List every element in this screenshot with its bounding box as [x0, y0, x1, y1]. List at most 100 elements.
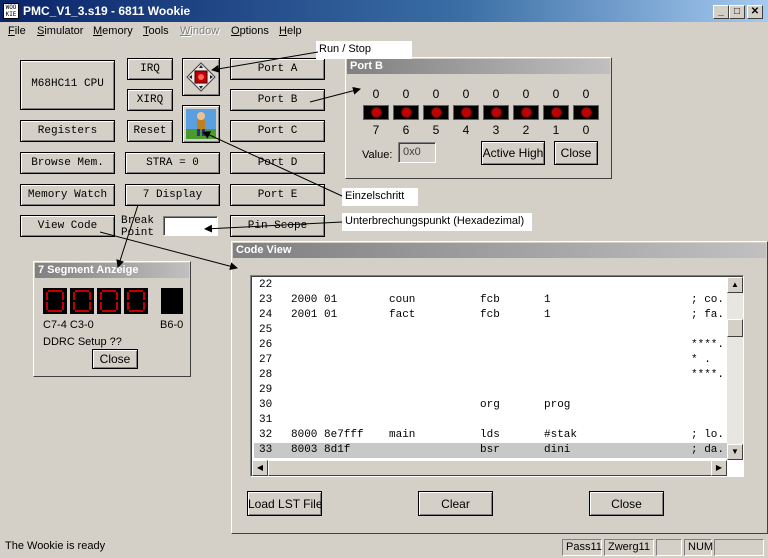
wookie-app-icon[interactable]: WOO KIE [3, 3, 19, 19]
port-b-led-7[interactable] [363, 105, 389, 120]
run-stop-icon [186, 62, 216, 92]
menu-simulator[interactable]: Simulator [37, 25, 83, 37]
code-op: 01 [324, 309, 338, 321]
menu-options[interactable]: Options [231, 25, 269, 37]
stra-button[interactable]: STRA = 0 [125, 152, 220, 174]
code-line[interactable]: 28 ****. [254, 368, 729, 383]
memory-watch-button[interactable]: Memory Watch [20, 184, 115, 206]
scroll-up-icon[interactable]: ▲ [727, 277, 743, 293]
title-bar[interactable]: WOO KIE PMC_V1_3.s19 - 6811 Wookie _ □ ✕ [0, 0, 768, 22]
status-empty [714, 539, 764, 556]
port-b-led-1[interactable] [543, 105, 569, 120]
clear-code-button[interactable]: Clear [418, 491, 493, 516]
seven-segment-close-button[interactable]: Close [92, 349, 138, 369]
code-n: 23 [259, 294, 273, 306]
code-line[interactable]: 27 * . [254, 353, 729, 368]
seven-segment-display-button[interactable]: 7 Display [125, 184, 220, 206]
port-b-title[interactable]: Port B [347, 59, 610, 74]
code-line[interactable]: 31 [254, 413, 729, 428]
code-mnem: bsr [480, 444, 500, 456]
breakpoint-input[interactable] [163, 216, 218, 236]
reset-button[interactable]: Reset [127, 120, 173, 142]
code-n: 30 [259, 399, 273, 411]
code-line[interactable]: 22 [254, 278, 729, 293]
status-blank [656, 539, 682, 556]
single-step-button[interactable] [182, 105, 220, 143]
port-b-led-5[interactable] [423, 105, 449, 120]
port-b-led-2[interactable] [513, 105, 539, 120]
code-n: 28 [259, 369, 273, 381]
code-line[interactable]: 25 [254, 323, 729, 338]
code-line[interactable]: 30 org prog [254, 398, 729, 413]
code-line[interactable]: 33 8003 8d1f bsr dini ; da. [254, 443, 729, 458]
code-comment: ; lo. [691, 429, 725, 441]
port-c-button[interactable]: Port C [230, 120, 325, 142]
status-bar: The Wookie is ready Pass11 Zwerg11 NUM [0, 537, 768, 558]
seven-segment-title[interactable]: 7 Segment Anzeige [35, 263, 189, 278]
code-mnem: fcb [480, 309, 500, 321]
port-b-led-0[interactable] [573, 105, 599, 120]
scroll-right-icon[interactable]: ▶ [711, 460, 727, 476]
menu-bar: File Simulator Memory Tools Window Optio… [0, 22, 768, 41]
single-step-callout: Einzelschritt [342, 188, 418, 206]
port-b-close-button[interactable]: Close [554, 141, 598, 165]
registers-button[interactable]: Registers [20, 120, 115, 142]
menu-file[interactable]: File [8, 25, 26, 37]
port-b-led-4[interactable] [453, 105, 479, 120]
active-high-button[interactable]: Active High [481, 141, 545, 165]
code-vertical-scrollbar[interactable]: ▲ ▼ [727, 277, 743, 460]
code-line[interactable]: 32 8000 8e7fff main lds #stak ; lo. [254, 428, 729, 443]
code-mnem: org [480, 399, 500, 411]
code-n: 32 [259, 429, 273, 441]
menu-tools[interactable]: Tools [143, 25, 169, 37]
irq-button[interactable]: IRQ [127, 58, 173, 80]
menu-memory[interactable]: Memory [93, 25, 133, 37]
code-n: 25 [259, 324, 273, 336]
code-line[interactable]: 24 2001 01 fact fcb 1 ; fa. [254, 308, 729, 323]
code-comment: ; co. [691, 294, 725, 306]
seven-segment-digit [124, 288, 148, 314]
menu-help[interactable]: Help [279, 25, 302, 37]
close-window-button[interactable]: ✕ [747, 5, 763, 19]
pin-scope-button[interactable]: Pin Scope [230, 215, 325, 237]
code-line[interactable]: 29 [254, 383, 729, 398]
port-a-button[interactable]: Port A [230, 58, 325, 80]
browse-memory-button[interactable]: Browse Mem. [20, 152, 115, 174]
port-d-button[interactable]: Port D [230, 152, 325, 174]
breakpoint-callout: Unterbrechungspunkt (Hexadezimal) [342, 213, 532, 231]
scroll-left-icon[interactable]: ◀ [252, 460, 268, 476]
code-addr: 2001 [291, 309, 318, 321]
status-zwerg: Zwerg11 [604, 539, 654, 556]
code-view-title[interactable]: Code View [233, 243, 766, 258]
port-b-value-field[interactable]: 0x0 [398, 142, 436, 163]
minimize-button[interactable]: _ [713, 5, 729, 19]
port-b-led-3[interactable] [483, 105, 509, 120]
port-b-bit-6: 6 [402, 123, 410, 137]
maximize-button[interactable]: □ [729, 5, 745, 19]
run-stop-button[interactable] [182, 58, 220, 96]
horizontal-scroll-thumb[interactable] [268, 460, 712, 476]
seven-segment-c-label: C7-4 C3-0 [43, 319, 94, 331]
code-addr: 8003 [291, 444, 318, 456]
port-b-button[interactable]: Port B [230, 89, 325, 111]
seven-segment-b-display [161, 288, 183, 314]
code-horizontal-scrollbar[interactable]: ◀ ▶ [252, 460, 727, 476]
code-label: fact [389, 309, 416, 321]
port-b-led-6[interactable] [393, 105, 419, 120]
view-code-button[interactable]: View Code [20, 215, 115, 237]
code-view-close-button[interactable]: Close [589, 491, 664, 516]
vertical-scroll-thumb[interactable] [727, 319, 743, 337]
code-comment: ; da. [691, 444, 725, 456]
port-b-value-7: 0 [372, 87, 380, 101]
port-e-button[interactable]: Port E [230, 184, 325, 206]
code-line[interactable]: 26 ****. [254, 338, 729, 353]
menu-window[interactable]: Window [180, 25, 219, 37]
load-lst-file-button[interactable]: Load LST File [247, 491, 323, 516]
port-b-bit-7: 7 [372, 123, 380, 137]
code-line[interactable]: 23 2000 01 coun fcb 1 ; co. [254, 293, 729, 308]
cpu-button[interactable]: M68HC11 CPU [20, 60, 115, 110]
code-comment: ; fa. [691, 309, 725, 321]
code-listing[interactable]: 22 23 2000 01 coun fcb 1 ; co. 24 2001 01 fact fcb 1;… [250, 275, 744, 477]
xirq-button[interactable]: XIRQ [127, 89, 173, 111]
scroll-down-icon[interactable]: ▼ [727, 444, 743, 460]
